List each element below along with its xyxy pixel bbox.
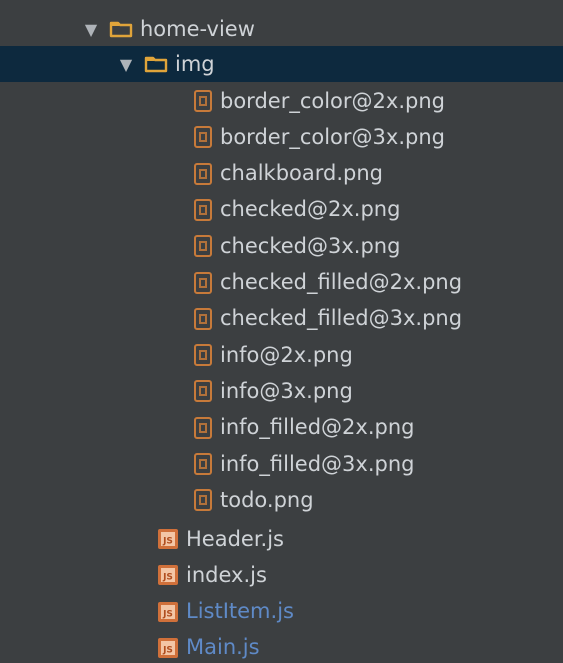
tree-file-image[interactable]: info@3x.png xyxy=(0,373,563,409)
tree-file-label: checked@3x.png xyxy=(220,233,401,258)
tree-file-image[interactable]: todo.png xyxy=(0,482,563,518)
image-file-icon xyxy=(193,452,213,476)
tree-file-label: info@2x.png xyxy=(220,342,353,367)
tree-file-image[interactable]: border_color@2x.png xyxy=(0,83,563,119)
image-file-icon xyxy=(193,416,213,440)
tree-file-js[interactable]: JS Main.js xyxy=(0,630,563,663)
folder-icon xyxy=(144,54,168,74)
tree-file-label: ListItem.js xyxy=(186,599,294,624)
tree-file-image[interactable]: info@2x.png xyxy=(0,337,563,373)
tree-folder-home-view[interactable]: ▼ home-view xyxy=(0,11,563,47)
tree-file-label: checked_filled@2x.png xyxy=(220,270,463,294)
triangle-down-icon[interactable]: ▼ xyxy=(114,52,138,76)
image-file-icon xyxy=(193,89,213,113)
tree-file-label: index.js xyxy=(186,562,267,587)
tree-file-label: Header.js xyxy=(186,526,284,551)
folder-icon xyxy=(109,19,133,39)
js-file-icon: JS xyxy=(157,564,179,586)
tree-file-label: info@3x.png xyxy=(220,378,353,403)
image-file-icon xyxy=(193,162,213,186)
tree-file-label: checked_filled@3x.png xyxy=(220,306,463,331)
tree-file-label: todo.png xyxy=(220,487,314,512)
tree-file-image[interactable]: checked@3x.png xyxy=(0,228,563,264)
tree-file-image[interactable]: checked_filled@3x.png xyxy=(0,301,563,337)
tree-file-label: chalkboard.png xyxy=(220,161,384,186)
triangle-down-icon[interactable]: ▼ xyxy=(79,17,103,41)
image-file-icon xyxy=(193,343,213,367)
js-file-icon: JS xyxy=(157,637,179,659)
image-file-icon xyxy=(193,234,213,258)
tree-file-label: info_filled@3x.png xyxy=(220,451,415,476)
tree-folder-label: img xyxy=(175,51,215,76)
tree-file-js[interactable]: JS Header.js xyxy=(0,521,563,557)
tree-file-label: border_color@2x.png xyxy=(220,88,445,113)
project-tree: ▼ home-view ▼ img border_color@2x.pngbor… xyxy=(0,0,563,663)
tree-file-image[interactable]: info_filled@2x.png xyxy=(0,410,563,446)
tree-file-js[interactable]: JS ListItem.js xyxy=(0,594,563,630)
image-file-icon xyxy=(193,271,213,295)
svg-text:JS: JS xyxy=(162,573,173,583)
tree-folder-img[interactable]: ▼ img xyxy=(0,46,563,82)
image-file-icon xyxy=(193,379,213,403)
tree-file-label: border_color@3x.png xyxy=(220,124,445,149)
tree-file-image[interactable]: info_filled@3x.png xyxy=(0,446,563,482)
tree-file-image[interactable]: checked@2x.png xyxy=(0,192,563,228)
svg-text:JS: JS xyxy=(162,609,173,619)
image-file-icon xyxy=(193,488,213,512)
tree-file-label: Main.js xyxy=(186,635,260,660)
js-file-icon: JS xyxy=(157,528,179,550)
tree-file-label: checked@2x.png xyxy=(220,197,401,222)
tree-file-js[interactable]: JS index.js xyxy=(0,557,563,593)
tree-file-image[interactable]: border_color@3x.png xyxy=(0,119,563,155)
image-file-icon xyxy=(193,125,213,149)
tree-file-label: info_filled@2x.png xyxy=(220,415,415,440)
svg-text:JS: JS xyxy=(162,537,173,547)
tree-file-image[interactable]: checked_filled@2x.png xyxy=(0,265,563,301)
tree-file-image[interactable]: chalkboard.png xyxy=(0,156,563,192)
js-file-icon: JS xyxy=(157,601,179,623)
tree-folder-label: home-view xyxy=(140,16,255,41)
image-file-icon xyxy=(193,198,213,222)
image-file-icon xyxy=(193,307,213,331)
svg-text:JS: JS xyxy=(162,645,173,655)
